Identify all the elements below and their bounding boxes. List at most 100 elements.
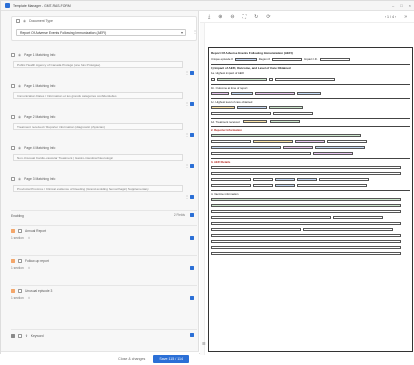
field-value[interactable]: Provincial Province / Clinical evidence … xyxy=(13,185,183,192)
refresh-icon[interactable]: ⟳ xyxy=(266,14,270,20)
field-value[interactable]: Treatment received / Reporter informatio… xyxy=(13,123,183,130)
field-value[interactable]: Immunization Dates / Information et les … xyxy=(13,92,183,99)
form-box xyxy=(253,139,293,143)
field-value[interactable]: Public Health Agency of Canada Protégé (… xyxy=(13,61,183,68)
upload-icon[interactable]: ⇪ xyxy=(28,266,31,270)
cancel-button[interactable]: Close & changes xyxy=(118,357,145,361)
entry-meta: 1 section xyxy=(11,296,24,300)
upload-icon[interactable]: ⇪ xyxy=(25,334,28,338)
entry-row[interactable]: ⇪ Keyword xyxy=(11,333,197,349)
color-swatch[interactable] xyxy=(190,102,194,106)
field-label: Page 1 Matching Info xyxy=(24,52,56,57)
form-box xyxy=(297,177,317,181)
field-checkbox[interactable] xyxy=(11,83,15,88)
eye-icon[interactable]: ◉ xyxy=(23,19,26,23)
color-swatch[interactable] xyxy=(190,236,194,240)
form-box xyxy=(313,151,353,155)
page-indicator: ‹ 1 / 4 › xyxy=(384,14,397,19)
form-box xyxy=(211,177,251,181)
matching-fields-list: ◉ Page 1 Matching Info Public Health Agen… xyxy=(11,51,197,206)
form-section-4: 4. Vaccine information xyxy=(211,192,239,196)
upload-icon[interactable]: ⇪ xyxy=(28,236,31,240)
entry-checkbox[interactable] xyxy=(18,229,22,233)
color-swatch[interactable] xyxy=(190,333,194,337)
color-swatch[interactable] xyxy=(190,164,194,168)
more-options-icon[interactable]: ⋮ xyxy=(185,101,189,106)
form-box xyxy=(315,145,365,149)
field-label: Page 2 Matching Info xyxy=(24,114,56,119)
upload-icon[interactable]: ⇪ xyxy=(28,296,31,300)
app-icon xyxy=(5,3,10,8)
more-options-icon[interactable]: ⋮ xyxy=(193,29,197,34)
field-label: Page 1 Matching Info xyxy=(24,83,56,88)
entry-row[interactable]: Annual Report 1 section ⇪ xyxy=(11,228,197,244)
form-section-1c: 1c. Highest level of care obtained xyxy=(211,100,253,104)
form-box xyxy=(297,91,321,95)
color-swatch[interactable] xyxy=(190,133,194,137)
entry-row[interactable]: Follow-up report 1 section ⇪ xyxy=(11,258,197,274)
form-section-2: 2. Reporter Information xyxy=(211,128,242,132)
rotate-icon[interactable]: ↻ xyxy=(254,14,258,20)
field-checkbox[interactable] xyxy=(11,176,15,181)
entry-checkbox[interactable] xyxy=(18,289,22,293)
more-options-icon[interactable]: ⋮ xyxy=(185,132,189,137)
color-swatch[interactable] xyxy=(190,266,194,270)
entry-label: Keyword xyxy=(30,334,44,338)
document-type-select[interactable]: Report Of Adverse Events Following Immun… xyxy=(16,29,186,36)
viewer-toolbar: ⤓ ⊕ ⊖ ⛶ ↻ ⟳ ‹ 1 / 4 › » xyxy=(200,11,414,23)
doc-type-label: Document Type xyxy=(29,19,53,23)
form-box xyxy=(211,105,235,109)
entry-row[interactable]: Unusual episode 3 1 section ⇪ xyxy=(11,288,197,304)
field-checkbox[interactable] xyxy=(11,145,15,150)
window-title: Template Manager - GMT-RAS-FORM xyxy=(13,3,71,8)
fit-page-icon[interactable]: ⛶ xyxy=(243,14,247,20)
field-group: ◉ Page 2 Matching Info Treatment received… xyxy=(11,113,197,144)
zoom-in-icon[interactable]: ⊕ xyxy=(218,14,222,20)
template-panel: ◉ Document Type Report Of Adverse Events… xyxy=(1,11,199,365)
zoom-out-icon[interactable]: ⊖ xyxy=(230,14,234,20)
form-box xyxy=(211,197,401,201)
entry-checkbox[interactable] xyxy=(18,334,22,338)
form-box xyxy=(271,57,302,61)
eye-icon[interactable]: ◉ xyxy=(18,115,21,119)
form-box xyxy=(211,111,271,115)
form-box xyxy=(283,145,313,149)
color-swatch[interactable] xyxy=(190,213,194,217)
close-icon[interactable]: × xyxy=(409,3,411,8)
form-box xyxy=(217,77,267,81)
doc-type-selected: Report Of Adverse Events Following Immun… xyxy=(20,30,107,35)
save-button[interactable]: Save 115 / 114 xyxy=(153,354,189,363)
eye-icon[interactable]: ◉ xyxy=(18,177,21,181)
more-options-icon[interactable]: ⋮ xyxy=(185,70,189,75)
more-options-icon[interactable]: ⋮ xyxy=(185,163,189,168)
color-swatch[interactable] xyxy=(190,195,194,199)
form-title: Report Of Adverse Events Following Immun… xyxy=(211,51,293,55)
maximize-icon[interactable]: □ xyxy=(400,3,402,8)
form-box xyxy=(211,209,401,213)
entry-meta: 1 section xyxy=(11,236,24,240)
color-swatch[interactable] xyxy=(190,71,194,75)
eye-icon[interactable]: ◉ xyxy=(18,53,21,57)
color-swatch[interactable] xyxy=(190,296,194,300)
form-box xyxy=(273,111,313,115)
section-icon xyxy=(11,229,15,233)
more-options-icon[interactable]: ⋮ xyxy=(185,194,189,199)
doc-type-checkbox[interactable] xyxy=(16,19,20,23)
expand-icon[interactable]: » xyxy=(404,14,407,20)
form-box xyxy=(211,171,401,175)
entry-meta: 1 section xyxy=(11,266,24,270)
form-box xyxy=(231,91,253,95)
entry-checkbox[interactable] xyxy=(18,259,22,263)
download-icon[interactable]: ⤓ xyxy=(208,14,210,20)
thumbnail-rail xyxy=(200,23,205,355)
eye-icon[interactable]: ◉ xyxy=(18,146,21,150)
divider xyxy=(11,255,197,256)
field-checkbox[interactable] xyxy=(11,114,15,119)
eye-icon[interactable]: ◉ xyxy=(18,84,21,88)
field-value[interactable]: Non-Unusual Cardio-vascular Treatment | … xyxy=(13,154,183,161)
minimize-icon[interactable]: – xyxy=(392,3,394,8)
field-checkbox[interactable] xyxy=(11,52,15,57)
entry-row[interactable]: Enabling 2 Fields xyxy=(11,213,197,229)
section-icon xyxy=(11,334,15,338)
menu-icon[interactable]: ☰ xyxy=(202,341,206,346)
